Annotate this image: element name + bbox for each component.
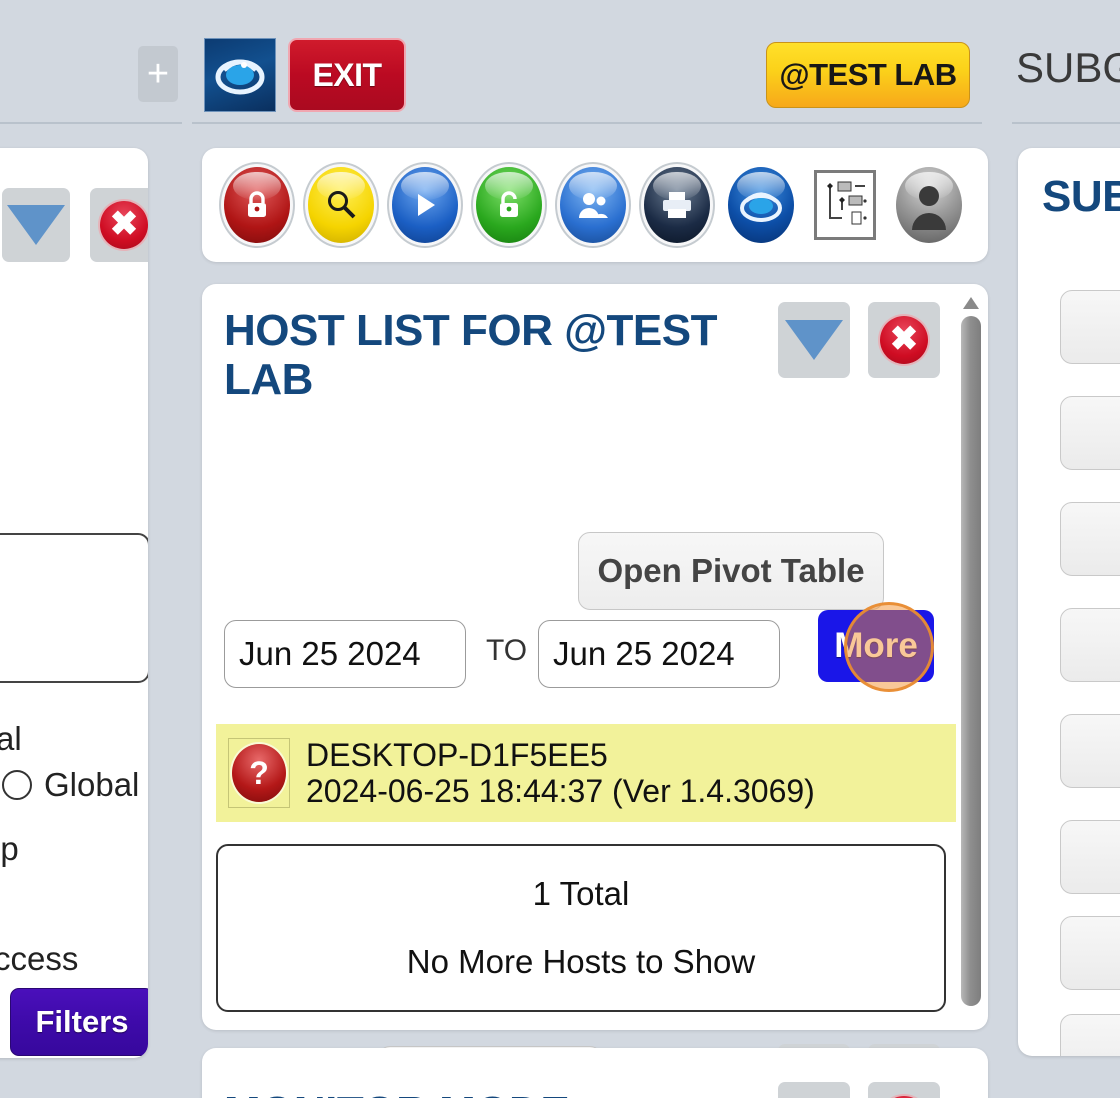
right-panel-button[interactable] <box>1060 714 1120 788</box>
plus-icon: + <box>146 53 170 95</box>
toolbar-button-account[interactable] <box>890 164 968 246</box>
search-magnifier-icon <box>308 167 374 243</box>
date-from-value: Jun 25 2024 <box>239 635 421 672</box>
app-logo-button[interactable] <box>204 38 276 112</box>
sidebar-text-nonglobal: lobal <box>0 720 22 757</box>
host-filter-button[interactable] <box>778 302 850 378</box>
more-button[interactable]: More <box>818 610 934 682</box>
lab-label: @TEST LAB <box>779 57 957 92</box>
toolbar-button-lock[interactable] <box>218 164 296 246</box>
date-range-separator: TO <box>486 634 528 667</box>
right-panel-button[interactable] <box>1060 396 1120 470</box>
filter-down-icon <box>785 320 843 360</box>
close-icon: ✖ <box>880 316 928 364</box>
right-panel-button[interactable] <box>1060 608 1120 682</box>
more-label: More <box>834 626 918 665</box>
user-avatar-icon <box>896 167 962 243</box>
right-subgroup-panel: SUB Tr <box>1018 148 1120 1056</box>
total-count: 1 Total <box>532 875 630 912</box>
subgroup-label: SUBG <box>1016 44 1120 91</box>
host-status-box: ? <box>228 738 290 808</box>
unlock-green-icon <box>476 167 542 243</box>
add-button[interactable]: + <box>138 46 178 102</box>
right-panel-button[interactable] <box>1060 290 1120 364</box>
host-detail: 2024-06-25 18:44:37 (Ver 1.4.3069) <box>306 773 815 809</box>
sidebar-radio-global[interactable] <box>2 770 32 800</box>
monitor-mode-panel: MONITOR MODE ✖ <box>202 1048 988 1098</box>
divider <box>0 122 182 124</box>
no-more-hosts-message: No More Hosts to Show <box>406 943 756 980</box>
sidebar-label-global: Global <box>44 766 140 803</box>
date-to-input[interactable]: Jun 25 2024 <box>538 620 780 688</box>
close-icon: ✖ <box>100 201 148 249</box>
table-row[interactable]: ? DESKTOP-D1F5EE5 2024-06-25 18:44:37 (V… <box>216 724 956 822</box>
exit-button[interactable]: EXIT <box>288 38 406 112</box>
lab-selector-button[interactable]: @TEST LAB <box>766 42 970 108</box>
right-panel-button[interactable] <box>1060 820 1120 894</box>
toolbar-button-tree[interactable] <box>806 164 884 246</box>
icon-toolbar <box>202 148 988 262</box>
app-logo-icon <box>215 59 265 95</box>
question-mark-icon: ? <box>232 744 286 802</box>
page-title: HOST LIST FOR @TEST LAB <box>224 306 717 405</box>
top-bar: + EXIT @TEST LAB SUBG <box>0 0 1120 128</box>
toolbar-button-play[interactable] <box>386 164 464 246</box>
filters-button[interactable]: Filters <box>10 988 148 1056</box>
exit-label: EXIT <box>312 56 382 93</box>
divider <box>192 122 982 124</box>
toolbar-button-printer[interactable] <box>638 164 716 246</box>
right-panel-button[interactable] <box>1060 916 1120 990</box>
right-panel-button-tr[interactable]: Tr <box>1060 1014 1120 1056</box>
date-from-input[interactable]: Jun 25 2024 <box>224 620 466 688</box>
open-pivot-table-button[interactable]: Open Pivot Table <box>578 532 884 610</box>
printer-icon <box>644 167 710 243</box>
sidebar-text-access: Access <box>0 940 79 977</box>
scroll-up-arrow-icon[interactable] <box>962 296 980 310</box>
sidebar-text-group: up <box>0 830 19 867</box>
toolbar-button-unlock[interactable] <box>470 164 548 246</box>
toolbar-button-search[interactable] <box>302 164 380 246</box>
sidebar-filter-button[interactable] <box>2 188 70 262</box>
refresh-cloud-icon <box>728 167 794 243</box>
filters-label: Filters <box>35 1004 129 1039</box>
monitor-mode-title: MONITOR MODE <box>224 1088 570 1098</box>
host-info: DESKTOP-D1F5EE5 2024-06-25 18:44:37 (Ver… <box>306 737 815 810</box>
lock-red-icon <box>224 167 290 243</box>
host-list-panel: HOST LIST FOR @TEST LAB ✖ Open Pivot Tab… <box>202 284 988 1098</box>
vertical-scrollbar[interactable] <box>958 296 984 1018</box>
left-sidebar-panel: ✖ es Events ost Events lobal Global up A… <box>0 148 148 1058</box>
center-column: HOST LIST FOR @TEST LAB ✖ Open Pivot Tab… <box>202 148 988 1098</box>
scrollbar-thumb[interactable] <box>961 316 981 1006</box>
sidebar-close-button[interactable]: ✖ <box>90 188 148 262</box>
sidebar-input-box[interactable] <box>0 533 148 683</box>
app-root: + EXIT @TEST LAB SUBG ✖ es Events ost E <box>0 0 1120 1098</box>
totals-box: 1 Total No More Hosts to Show <box>216 844 946 1012</box>
filter-down-icon <box>7 205 65 245</box>
pivot-label: Open Pivot Table <box>597 552 865 589</box>
host-close-button[interactable]: ✖ <box>868 302 940 378</box>
right-panel-title: SUB <box>1042 172 1120 221</box>
host-name: DESKTOP-D1F5EE5 <box>306 736 608 773</box>
monitor-close-button[interactable]: ✖ <box>868 1082 940 1098</box>
users-icon <box>560 167 626 243</box>
right-panel-button[interactable] <box>1060 502 1120 576</box>
tree-structure-icon <box>814 170 876 240</box>
monitor-minimize-button[interactable] <box>778 1082 850 1098</box>
date-to-value: Jun 25 2024 <box>553 635 735 672</box>
toolbar-button-sync[interactable] <box>722 164 800 246</box>
divider <box>1012 122 1120 124</box>
play-icon <box>392 167 458 243</box>
toolbar-button-users[interactable] <box>554 164 632 246</box>
